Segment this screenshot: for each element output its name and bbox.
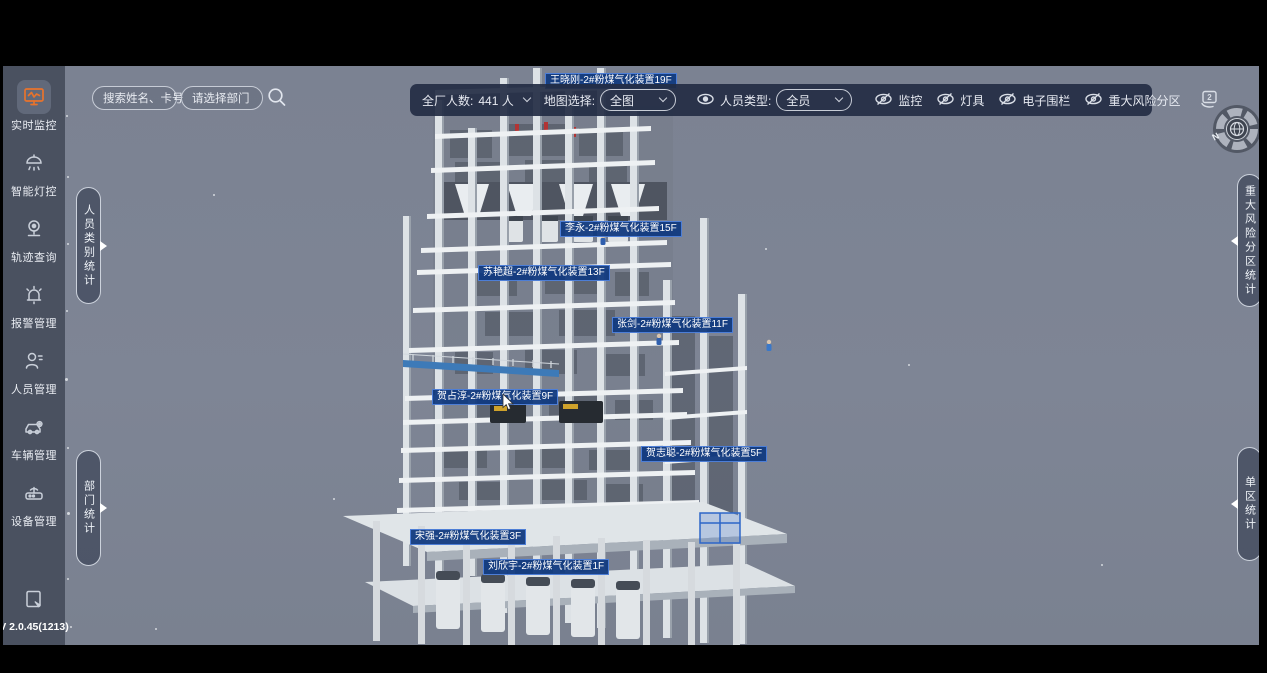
toggle-label: 灯具 xyxy=(960,92,984,109)
map-toolbar: 全厂人数: 441 人 地图选择: 全图 人员类型: 全 xyxy=(410,84,1152,116)
device-icon xyxy=(17,476,51,510)
snow-particle xyxy=(65,378,68,381)
tab-label: 人员类别统计 xyxy=(81,204,97,288)
version-label: V 2.0.45(1213) xyxy=(3,621,69,633)
map-select-label: 地图选择: xyxy=(544,92,595,109)
version-doc-icon[interactable] xyxy=(22,588,46,617)
3d-plant-model[interactable] xyxy=(3,66,1259,645)
person-location-label[interactable]: 宋强-2#粉煤气化装置3F xyxy=(410,529,526,545)
sidebar-item-track-query[interactable]: 轨迹查询 xyxy=(11,212,57,265)
map-select-dropdown[interactable]: 全图 xyxy=(600,89,676,111)
toggle-electronic-fence[interactable]: 电子围栏 xyxy=(998,92,1070,109)
chevron-down-icon xyxy=(835,94,843,102)
snow-particle xyxy=(67,512,70,515)
sidebar-item-label: 实时监控 xyxy=(11,117,57,133)
tab-label: 部门统计 xyxy=(81,480,97,536)
sidebar-item-alarm-management[interactable]: 报警管理 xyxy=(11,278,57,331)
app-window: 实时监控 智能灯控 轨迹查询 xyxy=(0,0,1267,673)
snow-particle xyxy=(67,447,69,449)
chevron-down-icon xyxy=(522,94,530,102)
tab-major-risk-zone-stats[interactable]: 重大风险分区统计 xyxy=(1237,174,1259,307)
eye-off-icon xyxy=(1084,92,1103,109)
sidebar-item-equipment-management[interactable]: 设备管理 xyxy=(11,476,57,529)
sidebar-item-smart-lighting[interactable]: 智能灯控 xyxy=(11,146,57,199)
person-icon xyxy=(17,344,51,378)
toggle-major-risk-zone[interactable]: 重大风险分区 xyxy=(1084,92,1180,109)
toggle-lights[interactable]: 灯具 xyxy=(936,92,984,109)
tab-label: 重大风险分区统计 xyxy=(1242,185,1258,297)
chevron-down-icon xyxy=(659,94,667,102)
snow-particle xyxy=(1101,564,1103,566)
sidebar-item-label: 车辆管理 xyxy=(11,447,57,463)
person-location-label[interactable]: 李永-2#粉煤气化装置15F xyxy=(560,221,682,237)
sidebar-item-label: 轨迹查询 xyxy=(11,249,57,265)
person-location-label[interactable]: 张剑-2#粉煤气化装置11F xyxy=(612,317,733,333)
person-location-label[interactable]: 贺志聪-2#粉煤气化装置5F xyxy=(641,446,767,462)
sidebar-item-realtime-monitoring[interactable]: 实时监控 xyxy=(11,80,57,133)
eye-off-icon xyxy=(874,92,893,109)
total-count-label: 全厂人数: xyxy=(422,92,473,109)
snow-particle xyxy=(70,626,72,628)
camera-track-icon xyxy=(17,212,51,246)
expand-arrow-icon xyxy=(1231,499,1238,509)
person-type-dropdown[interactable]: 全员 xyxy=(776,89,852,111)
tab-department-stats[interactable]: 部门统计 xyxy=(76,450,101,566)
snow-particle xyxy=(66,310,68,312)
person-location-label[interactable]: 贺占淳-2#粉煤气化装置9F xyxy=(432,389,558,405)
snow-particle xyxy=(155,628,157,630)
toggle-label: 监控 xyxy=(898,92,922,109)
lamp-icon xyxy=(17,146,51,180)
snow-particle xyxy=(67,176,69,178)
eye-open-icon[interactable] xyxy=(696,92,715,109)
snow-particle xyxy=(333,498,335,500)
tab-personnel-category-stats[interactable]: 人员类别统计 xyxy=(76,187,101,304)
search-icon[interactable] xyxy=(266,86,288,113)
toggle-label: 重大风险分区 xyxy=(1108,92,1180,109)
search-input[interactable]: 搜索姓名、卡号 xyxy=(92,86,177,110)
sidebar: 实时监控 智能灯控 轨迹查询 xyxy=(3,66,65,645)
sidebar-item-label: 报警管理 xyxy=(11,315,57,331)
sidebar-item-label: 智能灯控 xyxy=(11,183,57,199)
mouse-cursor xyxy=(502,394,516,417)
total-count-value: 441 人 xyxy=(478,92,513,109)
person-location-label[interactable]: 刘欣宇-2#粉煤气化装置1F xyxy=(483,559,609,575)
expand-arrow-icon xyxy=(1231,236,1238,246)
expand-arrow-icon xyxy=(100,503,107,513)
toggle-monitoring[interactable]: 监控 xyxy=(874,92,922,109)
total-count-dropdown[interactable]: 全厂人数: 441 人 xyxy=(422,92,530,109)
tab-label: 单区统计 xyxy=(1242,476,1258,532)
department-select[interactable]: 请选择部门 xyxy=(181,86,263,110)
monitoring-viewport[interactable]: 实时监控 智能灯控 轨迹查询 xyxy=(3,66,1259,645)
snow-particle xyxy=(66,115,68,117)
snow-particle xyxy=(765,248,767,250)
snow-particle xyxy=(67,243,69,245)
expand-arrow-icon xyxy=(100,241,107,251)
toggle-label: 电子围栏 xyxy=(1022,92,1070,109)
person-type-label: 人员类型: xyxy=(720,92,771,109)
monitor-pulse-icon xyxy=(17,80,51,114)
eye-off-icon xyxy=(936,92,955,109)
sidebar-item-label: 设备管理 xyxy=(11,513,57,529)
map-select-value: 全图 xyxy=(610,92,634,109)
sidebar-item-label: 人员管理 xyxy=(11,381,57,397)
tab-single-zone-stats[interactable]: 单区统计 xyxy=(1237,447,1259,561)
alarm-bell-icon xyxy=(17,278,51,312)
sidebar-item-vehicle-management[interactable]: 车辆管理 xyxy=(11,410,57,463)
snow-particle xyxy=(67,578,69,580)
svg-text:2: 2 xyxy=(1208,93,1213,102)
version-block: V 2.0.45(1213) xyxy=(3,588,65,633)
snow-particle xyxy=(908,364,910,366)
snow-particle xyxy=(213,194,215,196)
eye-off-icon xyxy=(998,92,1017,109)
sidebar-item-personnel-management[interactable]: 人员管理 xyxy=(11,344,57,397)
person-location-label[interactable]: 苏艳超-2#粉煤气化装置13F xyxy=(478,265,610,281)
compass-navigation-gizmo[interactable]: N xyxy=(1207,102,1259,163)
person-type-value: 全员 xyxy=(786,92,810,109)
car-gear-icon xyxy=(17,410,51,444)
